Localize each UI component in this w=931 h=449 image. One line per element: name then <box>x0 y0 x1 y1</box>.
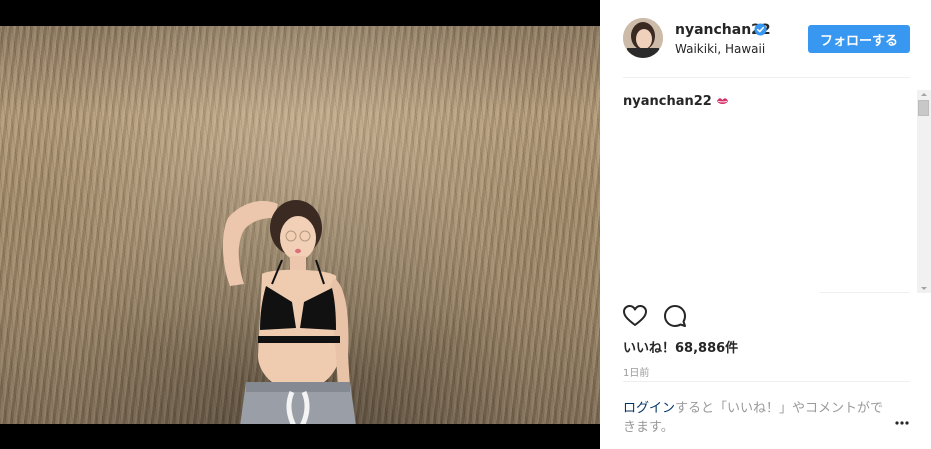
caption-username[interactable]: nyanchan22 <box>623 94 712 109</box>
location-link[interactable]: Waikiki, Hawaii <box>675 42 765 56</box>
comments-scrollbar[interactable] <box>917 90 931 293</box>
comments-divider <box>820 292 910 293</box>
kiss-mark-icon <box>716 98 728 104</box>
comments-area: nyanchan22 <box>600 78 931 293</box>
post-photo[interactable] <box>0 26 600 424</box>
scroll-thumb[interactable] <box>918 100 929 116</box>
action-bar <box>600 300 931 336</box>
login-link[interactable]: ログイン <box>623 401 675 416</box>
person-figure <box>222 200 356 424</box>
heart-icon[interactable] <box>622 304 648 328</box>
scroll-up-arrow-icon[interactable] <box>917 90 931 99</box>
scroll-down-arrow-icon[interactable] <box>917 284 931 293</box>
post-header: nyanchan22 Waikiki, Hawaii フォローする <box>600 0 931 78</box>
follow-button[interactable]: フォローする <box>808 25 910 53</box>
like-count[interactable]: いいね！68,886件 <box>623 337 738 356</box>
post-photo-panel <box>0 0 600 449</box>
avatar-image <box>623 18 663 58</box>
footer-divider <box>623 381 910 382</box>
more-options-icon[interactable] <box>894 420 910 426</box>
avatar[interactable] <box>623 18 663 58</box>
post-timestamp[interactable]: 1日前 <box>623 364 649 379</box>
login-prompt: ログインすると「いいね！」やコメントができます。 <box>623 399 893 437</box>
verified-badge-icon <box>754 23 767 36</box>
comment-bubble-icon[interactable] <box>662 304 688 328</box>
post-sidebar: nyanchan22 Waikiki, Hawaii フォローする nyanch… <box>600 0 931 449</box>
caption: nyanchan22 <box>623 94 729 109</box>
